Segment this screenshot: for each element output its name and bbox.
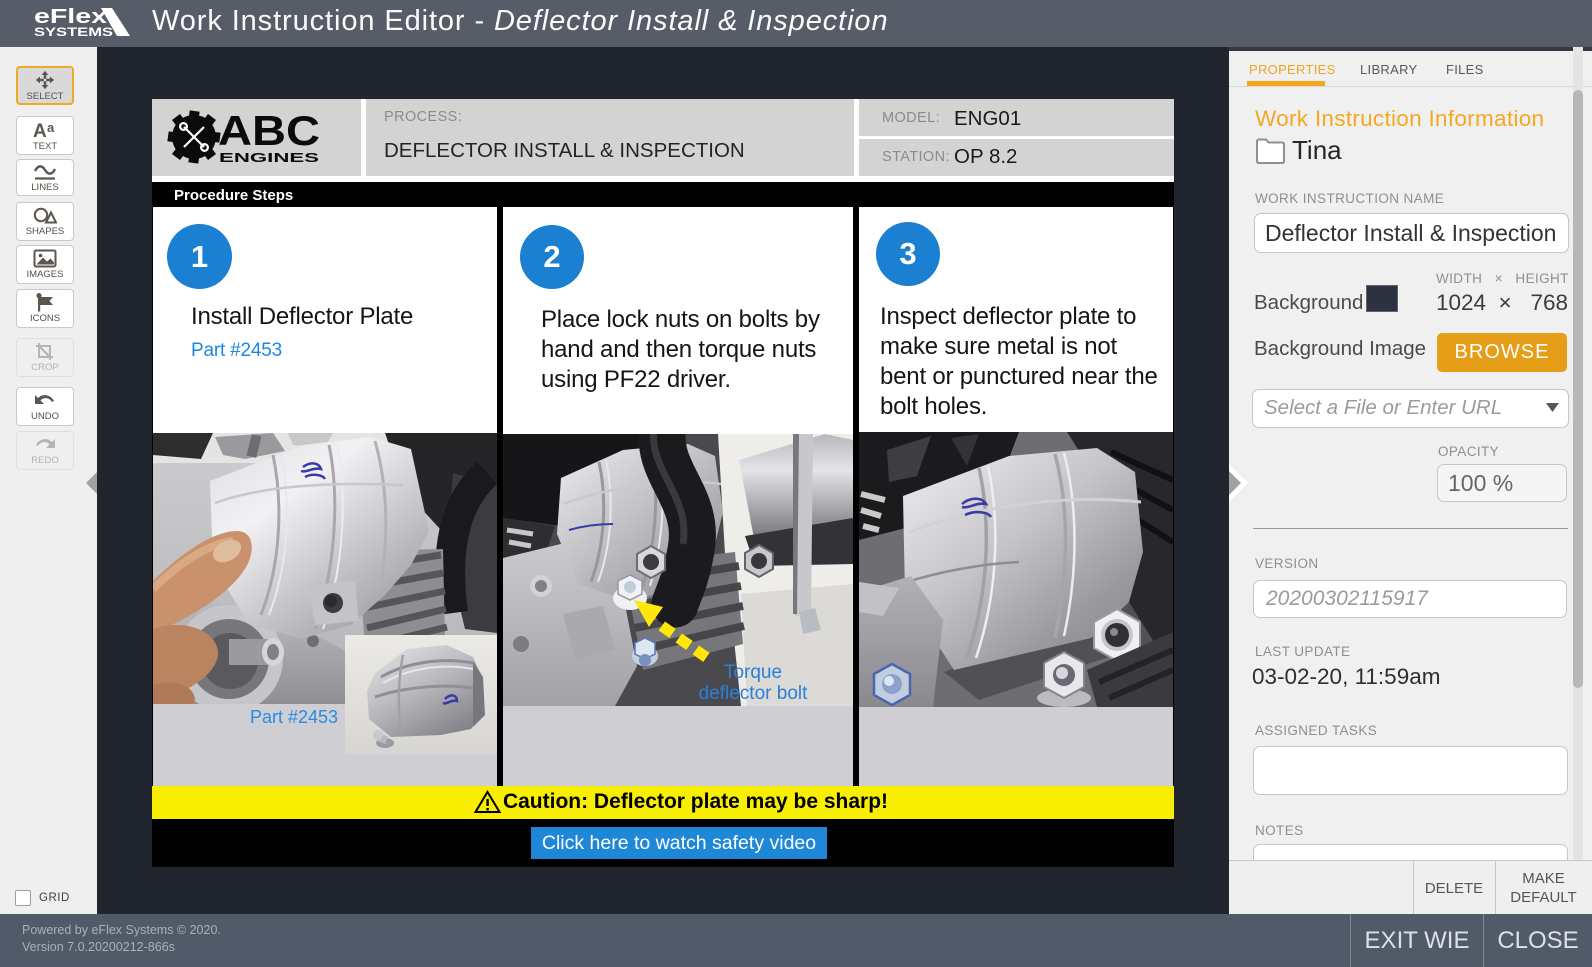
svg-text:ENGINES: ENGINES [219, 151, 319, 165]
svg-text:ABC: ABC [218, 107, 320, 154]
svg-text:Torque: Torque [724, 662, 782, 683]
svg-text:SYSTEMS: SYSTEMS [34, 25, 113, 39]
svg-text:deflector bolt: deflector bolt [699, 683, 809, 704]
svg-text:a: a [47, 120, 55, 135]
svg-text:A: A [33, 121, 47, 140]
